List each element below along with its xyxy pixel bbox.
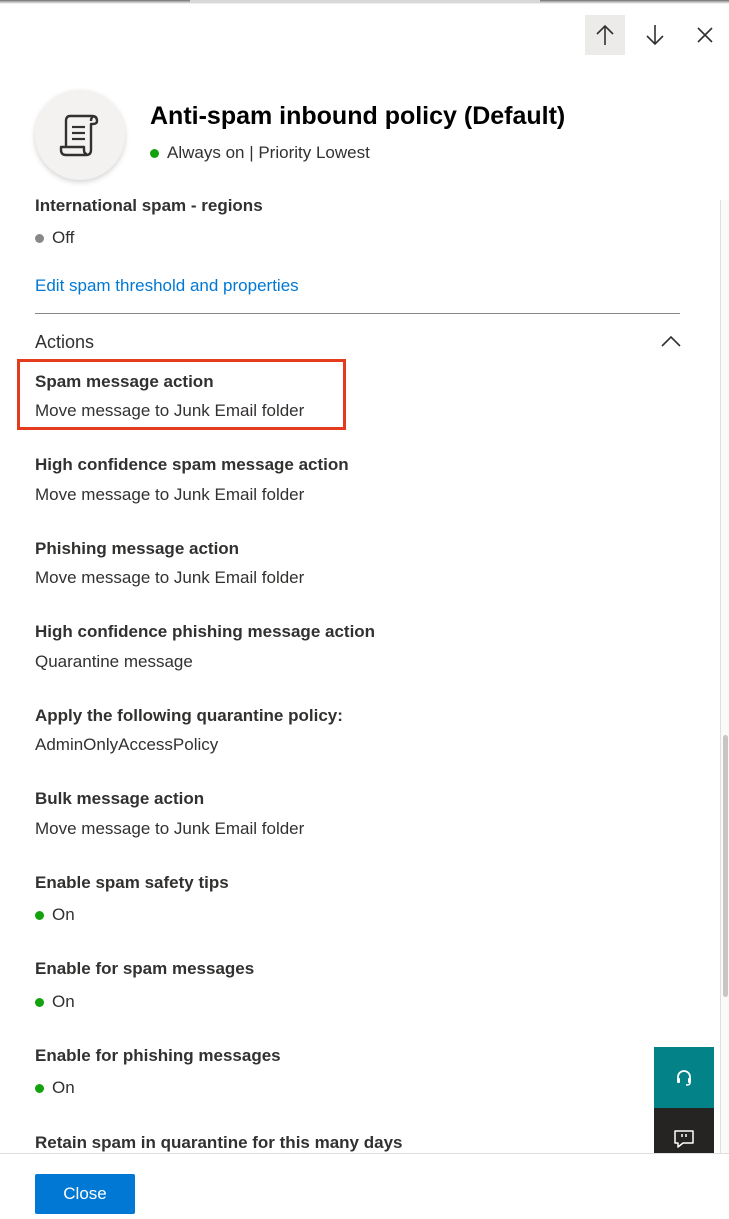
policy-status-text: Always on | Priority Lowest: [167, 143, 370, 162]
actions-collapse-button[interactable]: [660, 334, 682, 348]
arrow-down-icon: [646, 25, 664, 46]
status-dot-icon: [35, 233, 44, 243]
actions-section-header[interactable]: Actions: [35, 332, 94, 353]
close-button[interactable]: Close: [35, 1174, 135, 1214]
intl-regions-label: International spam - regions: [35, 196, 263, 215]
high-confidence-phishing-action-value: Quarantine message: [35, 652, 193, 671]
edit-spam-threshold-link[interactable]: Edit spam threshold and properties: [35, 276, 299, 296]
spam-action-label: Spam message action: [35, 372, 214, 391]
status-dot-icon: [150, 148, 159, 158]
enable-phishing-messages-value-text: On: [52, 1078, 75, 1097]
panel-title: Anti-spam inbound policy (Default): [150, 102, 566, 130]
bulk-action-value: Move message to Junk Email folder: [35, 819, 305, 838]
window-top-edge: [0, 0, 729, 4]
spam-safety-tips-label: Enable spam safety tips: [35, 873, 229, 892]
quarantine-policy-value: AdminOnlyAccessPolicy: [35, 735, 219, 754]
policy-avatar: [35, 90, 125, 180]
headset-icon: [677, 1069, 691, 1086]
policy-status: Always on | Priority Lowest: [150, 143, 370, 163]
status-dot-icon: [35, 910, 44, 920]
phishing-action-value: Move message to Junk Email folder: [35, 568, 305, 587]
previous-item-button[interactable]: [585, 15, 625, 55]
close-panel-button[interactable]: [685, 15, 725, 55]
high-confidence-phishing-action-label: High confidence phishing message action: [35, 622, 376, 641]
content-scrollbar-thumb[interactable]: [723, 735, 728, 997]
phishing-action-label: Phishing message action: [35, 539, 240, 558]
enable-phishing-messages-value: On: [35, 1078, 75, 1098]
intl-regions-value-text: Off: [52, 228, 75, 247]
enable-spam-messages-label: Enable for spam messages: [35, 959, 255, 978]
enable-spam-messages-value-text: On: [52, 992, 75, 1011]
feedback-icon: [674, 1129, 694, 1148]
spam-safety-tips-value: On: [35, 905, 75, 925]
help-support-button[interactable]: [654, 1047, 714, 1108]
status-dot-icon: [35, 997, 44, 1007]
intl-regions-value: Off: [35, 228, 74, 248]
high-confidence-spam-action-value: Move message to Junk Email folder: [35, 485, 305, 504]
retain-spam-days-label: Retain spam in quarantine for this many …: [35, 1133, 403, 1152]
quarantine-policy-label: Apply the following quarantine policy:: [35, 706, 343, 725]
section-divider: [35, 313, 680, 314]
enable-spam-messages-value: On: [35, 992, 75, 1012]
spam-safety-tips-value-text: On: [52, 905, 75, 924]
spam-action-value: Move message to Junk Email folder: [35, 401, 305, 420]
content-scrollbar-track[interactable]: [720, 200, 729, 1153]
status-dot-icon: [35, 1083, 44, 1093]
high-confidence-spam-action-label: High confidence spam message action: [35, 455, 349, 474]
arrow-up-icon: [596, 24, 614, 45]
bulk-action-label: Bulk message action: [35, 789, 205, 808]
chevron-up-icon: [661, 335, 681, 347]
panel-footer: Close: [0, 1153, 729, 1219]
close-icon: [697, 27, 713, 43]
next-item-button[interactable]: [635, 15, 675, 55]
policy-scroll-icon: [59, 114, 99, 157]
enable-phishing-messages-label: Enable for phishing messages: [35, 1046, 281, 1065]
